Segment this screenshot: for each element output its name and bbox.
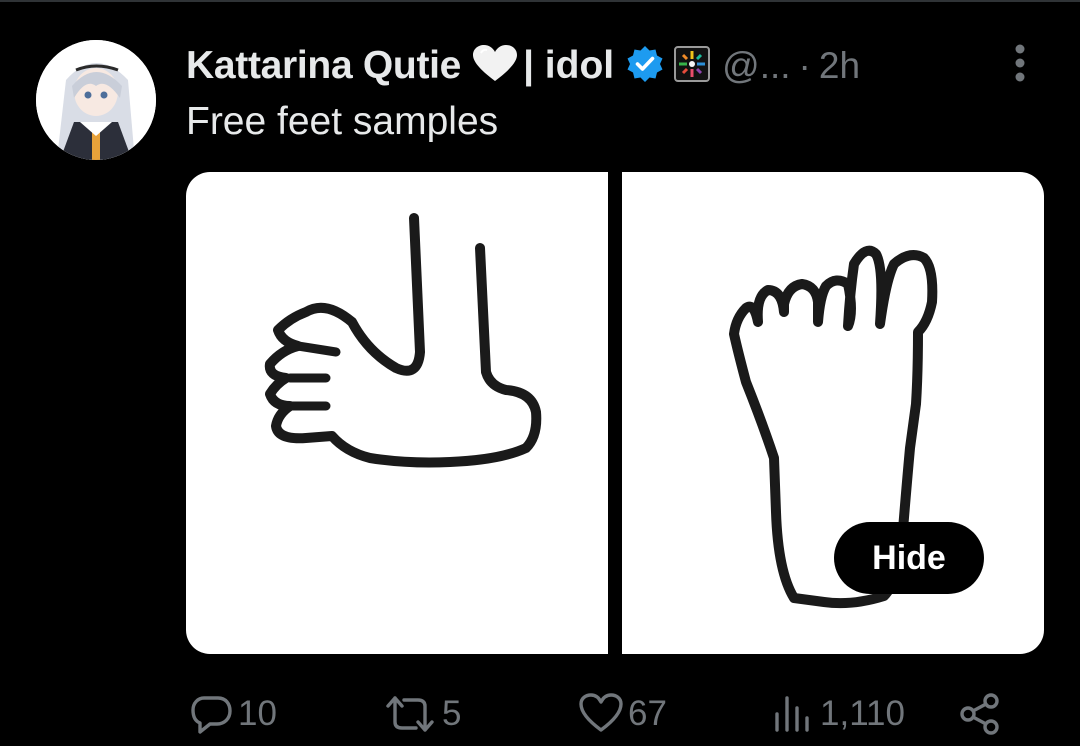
- foot-drawing-side-view: [264, 213, 542, 468]
- white-heart-icon: [473, 44, 518, 88]
- retweet-icon: [386, 696, 434, 732]
- timestamp[interactable]: 2h: [819, 45, 860, 87]
- separator-dot: ·: [798, 45, 811, 86]
- views-bar-chart-icon: [775, 696, 809, 732]
- media-image-right[interactable]: [622, 172, 1044, 654]
- like-icon: [579, 693, 623, 732]
- retweet-button[interactable]: 5: [382, 686, 461, 742]
- reply-button[interactable]: 10: [190, 686, 277, 742]
- foot-drawing-sole-view: [729, 245, 938, 609]
- share-icon: [960, 693, 999, 735]
- hide-button[interactable]: Hide: [834, 522, 984, 594]
- like-count: 67: [628, 694, 667, 733]
- affiliate-badge-icon[interactable]: [674, 45, 711, 87]
- reply-icon: [191, 696, 232, 734]
- action-bar: 10 5 67 1,110: [0, 686, 1080, 742]
- more-options-button[interactable]: [1000, 38, 1040, 88]
- author-affiliation: | idol: [523, 44, 615, 87]
- retweet-count: 5: [442, 694, 462, 733]
- anime-avatar-image: [36, 40, 156, 160]
- media-image-left[interactable]: [186, 172, 608, 654]
- top-divider: [0, 0, 1080, 2]
- views-count: 1,110: [820, 694, 905, 733]
- like-button[interactable]: 67: [578, 686, 667, 742]
- tweet-header: Kattarina Qutie | idol @... · 2h: [186, 38, 1046, 94]
- reply-count: 10: [238, 694, 277, 733]
- author-handle[interactable]: @...: [722, 45, 790, 87]
- views-button[interactable]: 1,110: [770, 686, 905, 742]
- verified-icon[interactable]: [626, 45, 664, 88]
- share-button[interactable]: [958, 686, 1006, 742]
- tweet-text: Free feet samples: [186, 100, 499, 143]
- author-name[interactable]: Kattarina Qutie: [186, 44, 461, 88]
- avatar[interactable]: [36, 40, 156, 160]
- vertical-ellipsis-icon: [1015, 44, 1025, 82]
- media-grid[interactable]: Hide: [186, 172, 1044, 654]
